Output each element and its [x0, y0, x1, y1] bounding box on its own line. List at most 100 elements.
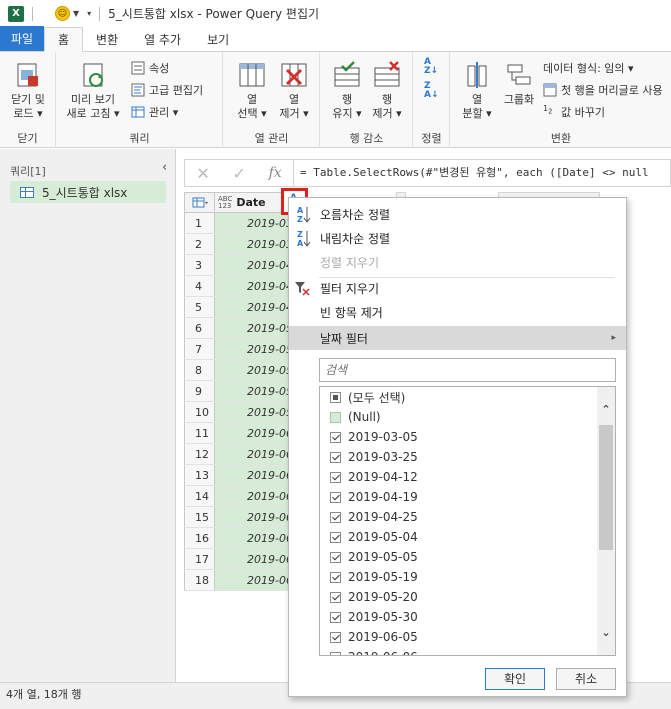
date-cell[interactable]: 2019-05 — [215, 360, 293, 380]
table-row[interactable]: 8 2019-05 — [184, 360, 294, 381]
menu-item-date-filters[interactable]: 날짜 필터 ▸ — [289, 326, 626, 350]
confirm-formula-icon[interactable]: ✓ — [232, 164, 245, 183]
value-item[interactable]: 2019-06-05 — [330, 627, 418, 647]
date-cell[interactable]: 2019-06 — [215, 570, 293, 590]
value-item[interactable]: 2019-04-25 — [330, 507, 418, 527]
value-item[interactable]: 2019-05-04 — [330, 527, 418, 547]
value-item[interactable]: 2019-05-19 — [330, 567, 418, 587]
checkbox[interactable] — [330, 631, 341, 643]
date-cell[interactable]: 2019-06 — [215, 507, 293, 527]
group-by-button[interactable]: 그룹화 — [499, 60, 539, 107]
date-cell[interactable]: 2019-05 — [215, 381, 293, 401]
column-name[interactable]: Date — [236, 196, 265, 209]
quick-access-dropdown-icon[interactable]: ▼ — [73, 9, 79, 18]
checkbox[interactable] — [330, 571, 341, 583]
table-row[interactable]: 14 2019-06 — [184, 486, 294, 507]
sort-descending-icon[interactable]: Z A↓ — [424, 82, 439, 100]
manage-button[interactable]: 관리 ▾ — [131, 104, 178, 120]
checkbox[interactable] — [330, 451, 341, 463]
value-item[interactable]: 2019-05-20 — [330, 587, 418, 607]
checkbox[interactable] — [330, 471, 341, 483]
cancel-button[interactable]: 취소 — [556, 668, 616, 690]
menu-item-sort-ascending[interactable]: AZ 오름차순 정렬 — [289, 203, 626, 225]
checkbox[interactable] — [330, 551, 341, 563]
formula-input[interactable]: = Table.SelectRows(#"변경된 유형", each ([Dat… — [294, 159, 671, 187]
keep-rows-button[interactable]: 행 유지 ▾ — [327, 60, 367, 121]
cancel-formula-icon[interactable]: ✕ — [196, 164, 209, 183]
table-row[interactable]: 16 2019-06 — [184, 528, 294, 549]
scroll-down-icon[interactable]: ⌄ — [600, 627, 612, 639]
any-type-icon[interactable]: ABC 123 — [218, 195, 232, 210]
date-cell[interactable]: 2019-06 — [215, 423, 293, 443]
date-cell[interactable]: 2019-05 — [215, 402, 293, 422]
checkbox[interactable] — [330, 531, 341, 543]
smiley-icon[interactable]: ☺ — [55, 6, 70, 21]
value-item[interactable]: 2019-05-05 — [330, 547, 418, 567]
table-row[interactable]: 15 2019-06 — [184, 507, 294, 528]
table-row[interactable]: 10 2019-05 — [184, 402, 294, 423]
collapse-pane-icon[interactable]: ‹ — [162, 160, 167, 175]
query-item[interactable]: 5_시트통합 xlsx — [10, 181, 166, 203]
sort-ascending-icon[interactable]: A Z↓ — [424, 58, 438, 76]
checkbox[interactable] — [330, 651, 341, 655]
table-menu-icon[interactable] — [185, 193, 215, 212]
tab-transform[interactable]: 변환 — [83, 27, 131, 51]
date-cell[interactable]: 2019-06 — [215, 444, 293, 464]
table-row[interactable]: 4 2019-04 — [184, 276, 294, 297]
menu-item-sort-descending[interactable]: ZA 내림차순 정렬 — [289, 227, 626, 249]
close-and-load-button[interactable]: 닫기 및 로드 ▾ — [6, 60, 50, 121]
table-row[interactable]: 1 2019-03 — [184, 213, 294, 234]
date-cell[interactable]: 2019-04 — [215, 297, 293, 317]
tab-add-column[interactable]: 열 추가 — [131, 27, 194, 51]
remove-columns-button[interactable]: 열 제거 ▾ — [274, 60, 314, 121]
value-item[interactable]: 2019-04-12 — [330, 467, 418, 487]
checkbox[interactable] — [330, 591, 341, 603]
refresh-preview-button[interactable]: 미리 보기 새로 고침 ▾ — [65, 60, 121, 121]
tab-home[interactable]: 홈 — [44, 27, 84, 52]
tab-view[interactable]: 보기 — [194, 27, 242, 51]
table-row[interactable]: 12 2019-06 — [184, 444, 294, 465]
remove-rows-button[interactable]: 행 제거 ▾ — [367, 60, 407, 121]
menu-item-clear-filter[interactable]: 필터 지우기 — [289, 277, 626, 299]
table-row[interactable]: 13 2019-06 — [184, 465, 294, 486]
table-row[interactable]: 6 2019-05 — [184, 318, 294, 339]
checkbox[interactable] — [330, 431, 341, 443]
checkbox[interactable] — [330, 611, 341, 623]
scroll-up-icon[interactable]: ⌃ — [600, 404, 612, 416]
value-item[interactable]: 2019-03-25 — [330, 447, 418, 467]
use-first-row-button[interactable]: 첫 행을 머리글로 사용 — [543, 82, 663, 98]
date-cell[interactable]: 2019-06 — [215, 528, 293, 548]
table-row[interactable]: 9 2019-05 — [184, 381, 294, 402]
select-all-item[interactable]: (모두 선택) — [330, 387, 405, 407]
date-cell[interactable]: 2019-06 — [215, 465, 293, 485]
value-item[interactable]: 2019-05-30 — [330, 607, 418, 627]
date-cell[interactable]: 2019-04 — [215, 255, 293, 275]
fx-icon[interactable]: fx — [269, 165, 282, 181]
date-cell[interactable]: 2019-04 — [215, 276, 293, 296]
date-cell[interactable]: 2019-03 — [215, 213, 293, 233]
scrollbar-thumb[interactable] — [599, 425, 613, 550]
value-item[interactable]: 2019-06-06 — [330, 647, 418, 655]
value-item[interactable]: 2019-04-19 — [330, 487, 418, 507]
checkbox[interactable] — [330, 391, 341, 403]
advanced-editor-button[interactable]: 고급 편집기 — [131, 82, 203, 98]
replace-values-button[interactable]: 12 값 바꾸기 — [543, 104, 605, 120]
date-cell[interactable]: 2019-05 — [215, 318, 293, 338]
checkbox[interactable] — [330, 511, 341, 523]
date-cell[interactable]: 2019-05 — [215, 339, 293, 359]
menu-item-remove-empty[interactable]: 빈 항목 제거 — [289, 301, 626, 323]
table-row[interactable]: 18 2019-06 — [184, 570, 294, 591]
checkbox[interactable] — [330, 411, 341, 423]
table-row[interactable]: 17 2019-06 — [184, 549, 294, 570]
date-cell[interactable]: 2019-03 — [215, 234, 293, 254]
ok-button[interactable]: 확인 — [485, 668, 545, 690]
vertical-scrollbar[interactable]: ⌃ ⌄ — [597, 387, 615, 655]
search-input[interactable] — [320, 359, 615, 381]
value-item[interactable]: 2019-03-05 — [330, 427, 418, 447]
choose-columns-button[interactable]: 열 선택 ▾ — [232, 60, 272, 121]
date-cell[interactable]: 2019-06 — [215, 549, 293, 569]
split-column-button[interactable]: 열 분할 ▾ — [455, 60, 499, 121]
null-item[interactable]: (Null) — [330, 407, 381, 427]
data-type-dropdown[interactable]: 데이터 형식: 임의 ▾ — [543, 60, 634, 76]
table-row[interactable]: 11 2019-06 — [184, 423, 294, 444]
